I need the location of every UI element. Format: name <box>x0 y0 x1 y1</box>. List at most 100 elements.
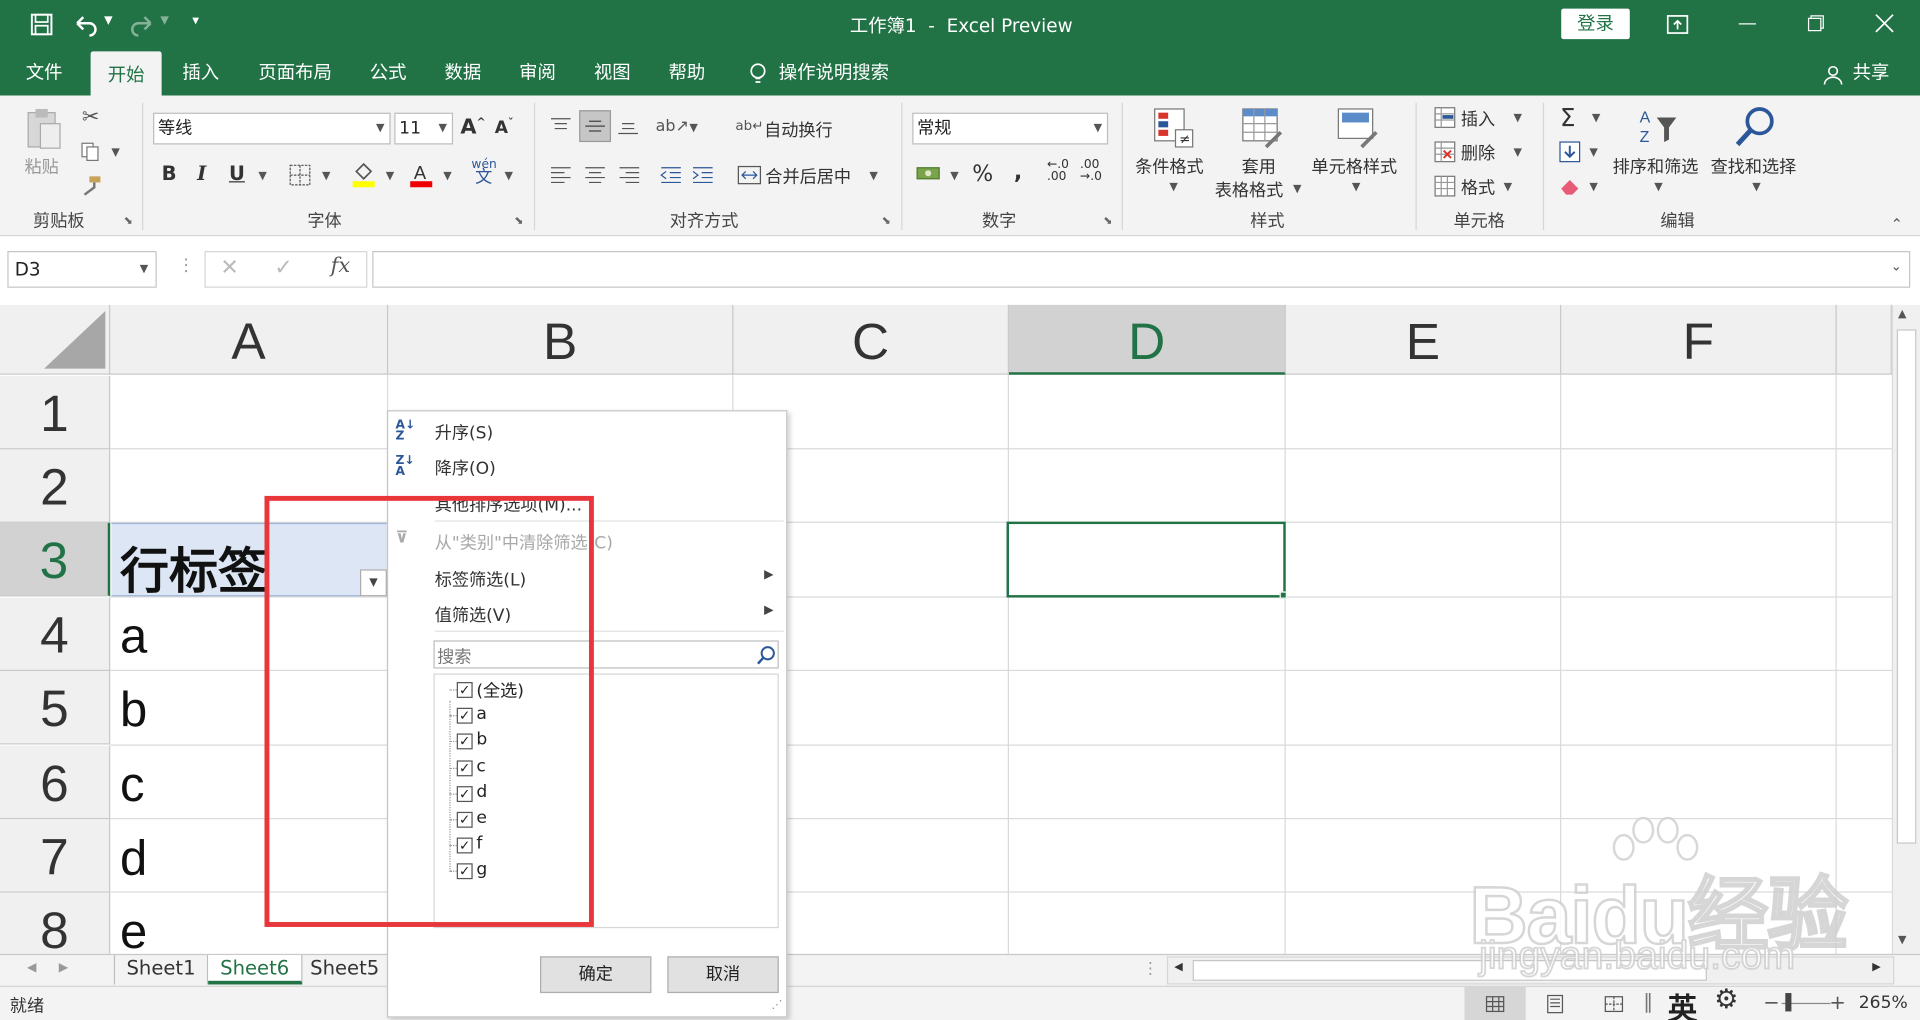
clear-icon[interactable] <box>1558 174 1582 198</box>
orientation-dropdown-icon[interactable]: ▼ <box>689 122 697 134</box>
wrap-text-button[interactable]: 自动换行 <box>764 118 833 142</box>
autosum-button[interactable]: Σ <box>1560 103 1575 132</box>
resize-grip-icon[interactable]: ⋰ <box>771 999 782 1011</box>
italic-button[interactable]: I <box>197 162 206 185</box>
tab-home[interactable]: 开始 <box>90 51 162 96</box>
autosum-dropdown-icon[interactable]: ▼ <box>1592 113 1600 125</box>
scroll-down-icon[interactable]: ▼ <box>1898 934 1906 946</box>
cell-a6[interactable]: c <box>120 758 144 813</box>
close-icon[interactable] <box>1873 12 1895 34</box>
clipboard-launcher-icon[interactable]: ⬊ <box>124 216 133 228</box>
font-launcher-icon[interactable]: ⬊ <box>514 216 523 228</box>
formula-input[interactable] <box>372 251 1911 288</box>
find-dropdown-icon[interactable]: ▼ <box>1752 181 1760 193</box>
tab-formulas[interactable]: 公式 <box>358 49 419 96</box>
merge-center-button[interactable]: 合并后居中 <box>765 164 851 188</box>
sort-ascending-item[interactable]: 升序(S) <box>435 420 494 444</box>
conditional-formatting-button[interactable]: 条件格式 <box>1135 154 1204 178</box>
phonetic-dropdown-icon[interactable]: ▼ <box>504 170 512 182</box>
insert-cells-button[interactable]: 插入 <box>1461 107 1495 131</box>
column-header-b[interactable]: B <box>388 304 734 375</box>
format-as-table-line1[interactable]: 套用 <box>1242 154 1276 178</box>
align-left-icon[interactable] <box>547 162 574 189</box>
expand-formula-icon[interactable]: ⌄ <box>1891 258 1902 274</box>
number-format-combo[interactable]: 常规 ▼ <box>912 112 1109 145</box>
find-select-icon[interactable] <box>1731 103 1780 152</box>
alignment-launcher-icon[interactable]: ⬊ <box>882 216 891 228</box>
page-break-view-icon[interactable] <box>1602 993 1626 1015</box>
format-as-table-icon[interactable] <box>1237 103 1286 152</box>
cancel-button[interactable]: 取消 <box>667 956 779 994</box>
find-select-button[interactable]: 查找和选择 <box>1711 154 1797 178</box>
increase-indent-icon[interactable] <box>689 162 716 189</box>
row-header-4[interactable]: 4 <box>0 597 111 672</box>
phonetic-guide-button[interactable]: wén 文 <box>471 159 496 187</box>
tab-insert[interactable]: 插入 <box>171 49 230 96</box>
format-dropdown-icon[interactable]: ▼ <box>1504 181 1512 193</box>
cell-styles-icon[interactable] <box>1332 103 1381 152</box>
format-cells-icon[interactable] <box>1433 174 1457 198</box>
orientation-icon[interactable]: ab↗ <box>656 113 689 140</box>
align-right-icon[interactable] <box>616 162 643 189</box>
sort-filter-button[interactable]: 排序和筛选 <box>1613 154 1699 178</box>
column-header-a[interactable]: A <box>110 304 389 375</box>
grow-font-icon[interactable]: A^ <box>460 115 485 139</box>
copy-icon[interactable] <box>78 140 102 164</box>
prev-sheet-icon[interactable]: ◀ <box>27 961 36 974</box>
login-button[interactable]: 登录 <box>1561 8 1630 40</box>
row-header-2[interactable]: 2 <box>0 449 111 523</box>
page-layout-view-icon[interactable] <box>1543 993 1567 1015</box>
ime-indicator[interactable]: 英 <box>1668 984 1697 1020</box>
tell-me-search[interactable]: 操作说明搜索 <box>779 49 904 96</box>
column-header-d[interactable]: D <box>1008 304 1286 375</box>
fill-icon[interactable] <box>1558 140 1582 164</box>
zoom-out-icon[interactable]: − <box>1763 991 1779 1014</box>
insert-cells-icon[interactable] <box>1433 105 1457 129</box>
delete-dropdown-icon[interactable]: ▼ <box>1513 147 1521 159</box>
row-header-1[interactable]: 1 <box>0 375 111 450</box>
borders-icon[interactable] <box>288 163 312 187</box>
row-header-3[interactable]: 3 <box>0 522 111 597</box>
cell-a5[interactable]: b <box>120 683 147 738</box>
column-header-f[interactable]: F <box>1561 304 1837 375</box>
tab-page-layout[interactable]: 页面布局 <box>245 49 345 96</box>
align-middle-icon[interactable] <box>579 110 612 143</box>
fill-color-icon[interactable] <box>350 159 377 188</box>
undo-icon[interactable] <box>71 10 100 39</box>
format-painter-icon[interactable] <box>78 174 102 198</box>
fill-dropdown-icon[interactable]: ▼ <box>1589 147 1597 159</box>
column-header-g[interactable] <box>1837 304 1892 375</box>
tab-split-grip[interactable]: ⋮ <box>1142 960 1158 978</box>
clear-dropdown-icon[interactable]: ▼ <box>1589 181 1597 193</box>
cond-dropdown-icon[interactable]: ▼ <box>1169 181 1177 193</box>
zoom-slider-thumb[interactable] <box>1785 993 1792 1012</box>
name-box-dropdown-icon[interactable]: ▼ <box>140 252 148 286</box>
bold-button[interactable]: B <box>162 162 177 185</box>
save-icon[interactable] <box>29 12 53 36</box>
tab-view[interactable]: 视图 <box>582 49 643 96</box>
table-dropdown-icon[interactable]: ▼ <box>1293 184 1301 196</box>
format-as-table-line2[interactable]: 表格格式 <box>1215 178 1284 202</box>
comma-button[interactable]: , <box>1014 159 1022 185</box>
tab-review[interactable]: 审阅 <box>507 49 568 96</box>
sheet-tab-sheet1[interactable]: Sheet1 <box>115 955 209 985</box>
font-name-combo[interactable]: 等线 ▼ <box>153 112 391 145</box>
cell-a8[interactable]: e <box>120 905 147 960</box>
cut-icon[interactable]: ✂ <box>78 105 102 129</box>
collapse-ribbon-icon[interactable]: ⌃ <box>1891 216 1903 233</box>
row-header-7[interactable]: 7 <box>0 819 111 893</box>
font-color-dropdown-icon[interactable]: ▼ <box>443 170 451 182</box>
restore-icon[interactable] <box>1806 13 1826 33</box>
fill-handle[interactable] <box>1279 591 1287 599</box>
column-header-e[interactable]: E <box>1286 304 1562 375</box>
sort-filter-icon[interactable]: AZ <box>1633 103 1682 152</box>
share-button[interactable]: 共享 <box>1849 49 1893 96</box>
format-cells-button[interactable]: 格式 <box>1461 175 1495 199</box>
undo-dropdown-icon[interactable]: ▼ <box>104 15 112 27</box>
name-box[interactable]: D3 ▼ <box>7 251 157 288</box>
scroll-right-icon[interactable]: ▶ <box>1872 961 1880 973</box>
copy-dropdown-icon[interactable]: ▼ <box>111 147 119 159</box>
sort-descending-item[interactable]: 降序(O) <box>435 456 496 480</box>
paste-icon[interactable] <box>22 105 66 154</box>
ok-button[interactable]: 确定 <box>540 956 652 994</box>
